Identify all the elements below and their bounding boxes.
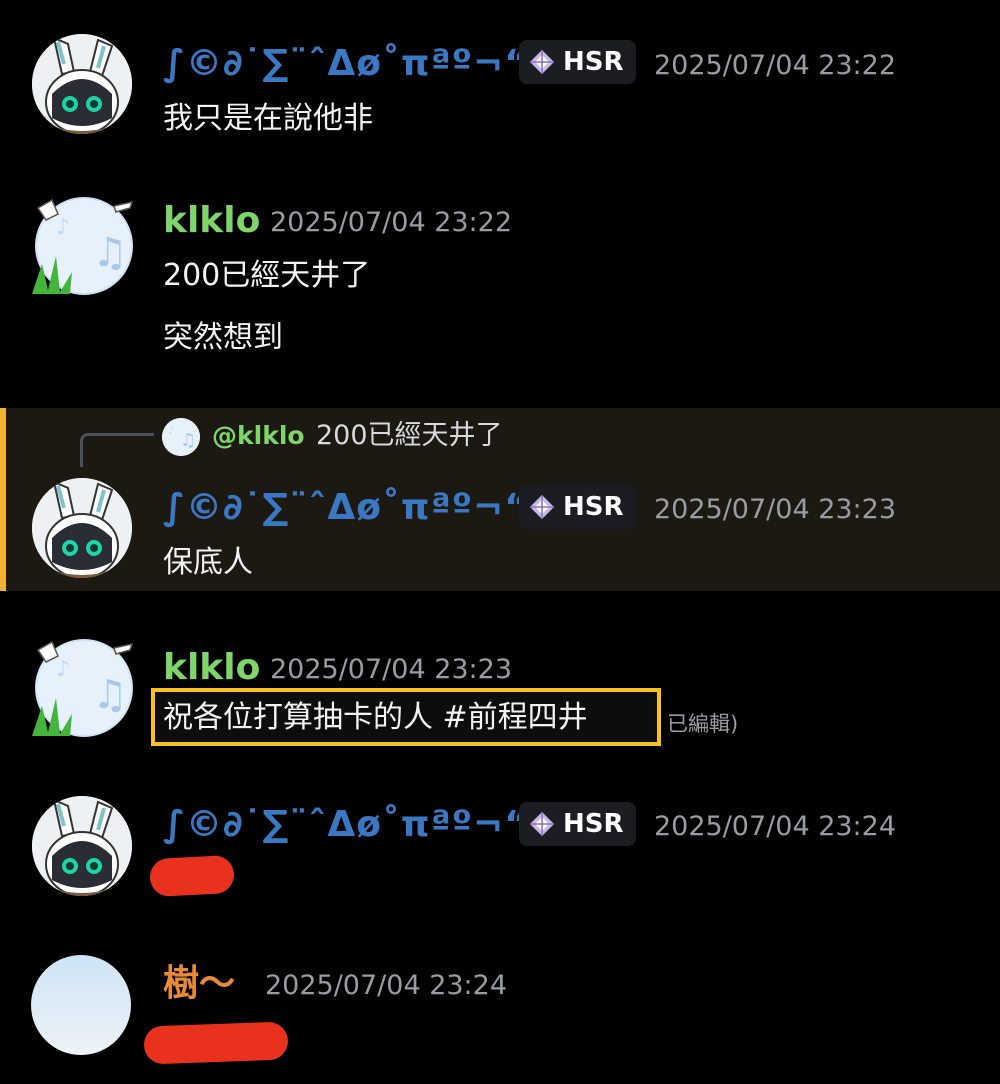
timestamp: 2025/07/04 23:22 — [270, 207, 513, 238]
timestamp: 2025/07/04 23:24 — [654, 811, 897, 842]
server-tag-label: HSR — [563, 47, 624, 77]
music-note-avatar-icon: ♫ ♪ — [162, 418, 200, 456]
svg-text:♫: ♫ — [180, 430, 196, 451]
music-note-avatar-icon: ♫ ♪ — [32, 639, 134, 737]
highlight-bar — [0, 408, 6, 591]
diamond-icon — [530, 812, 554, 836]
svg-text:♪: ♪ — [56, 657, 70, 682]
message-text: 祝各位打算抽卡的人 #前程四井 — [163, 700, 588, 735]
redaction-scribble — [149, 854, 235, 898]
reply-mention[interactable]: @klklo — [212, 420, 305, 452]
message-text: 200已經天井了 — [163, 258, 371, 293]
avatar-bunny[interactable] — [32, 478, 132, 578]
avatar-bunny[interactable] — [32, 34, 132, 134]
avatar-music[interactable]: ♫ ♪ — [28, 636, 134, 737]
message-text: 突然想到 — [163, 320, 283, 355]
svg-text:♪: ♪ — [168, 426, 174, 437]
avatar-bunny[interactable] — [32, 796, 132, 896]
avatar-music[interactable]: ♫ ♪ — [28, 194, 134, 295]
diamond-icon — [530, 50, 554, 74]
redaction-scribble — [143, 1021, 289, 1065]
bunny-avatar-icon — [32, 478, 132, 578]
svg-text:♫: ♫ — [92, 672, 128, 718]
server-tag[interactable]: HSR — [519, 802, 636, 846]
diamond-icon — [530, 495, 554, 519]
edited-label: 已編輯) — [667, 712, 739, 736]
timestamp: 2025/07/04 23:22 — [654, 50, 897, 81]
server-tag[interactable]: HSR — [519, 40, 636, 84]
server-tag-label: HSR — [563, 809, 624, 839]
message-text: 保底人 — [163, 545, 253, 580]
svg-text:♪: ♪ — [56, 215, 70, 240]
author-name[interactable]: 樹～ — [163, 962, 235, 1006]
author-name[interactable]: klklo — [163, 646, 260, 690]
music-note-avatar-icon: ♫ ♪ — [32, 197, 134, 295]
timestamp: 2025/07/04 23:23 — [654, 494, 897, 525]
message-text: 我只是在說他非 — [163, 101, 373, 136]
timestamp: 2025/07/04 23:23 — [270, 654, 513, 685]
reply-avatar[interactable]: ♫ ♪ — [162, 418, 200, 456]
bunny-avatar-icon — [32, 796, 132, 896]
svg-text:♫: ♫ — [92, 230, 128, 276]
avatar-blank[interactable] — [31, 955, 131, 1055]
bunny-avatar-icon — [32, 34, 132, 134]
author-name[interactable]: klklo — [163, 199, 260, 243]
server-tag-label: HSR — [563, 492, 624, 522]
reply-preview-text[interactable]: 200已經天井了 — [316, 420, 503, 452]
server-tag[interactable]: HSR — [519, 485, 636, 529]
timestamp: 2025/07/04 23:24 — [265, 970, 508, 1001]
reply-connector — [80, 433, 154, 467]
